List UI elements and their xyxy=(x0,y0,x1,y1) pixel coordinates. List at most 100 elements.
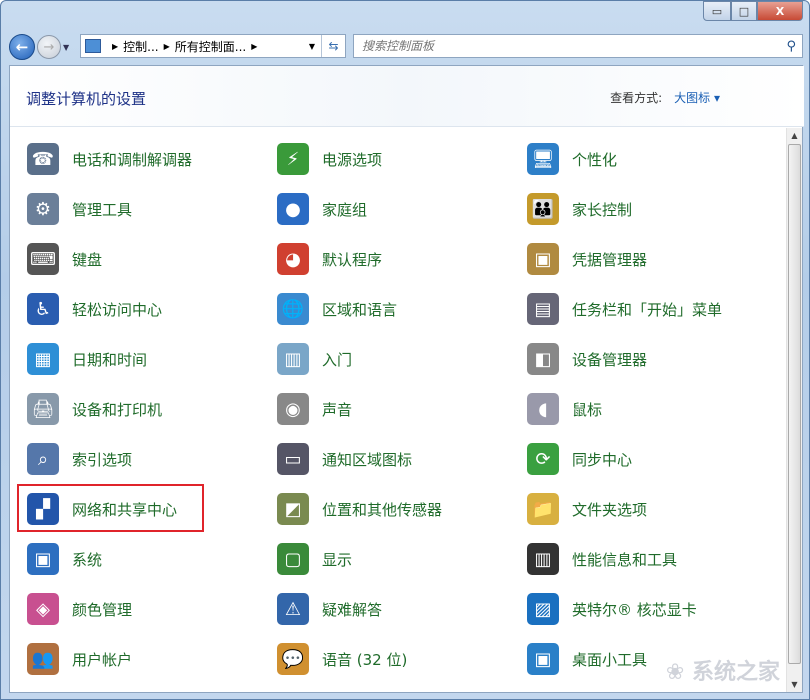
address-dropdown-icon[interactable]: ▼ xyxy=(309,42,315,51)
item-label: 设备和打印机 xyxy=(72,399,162,420)
address-bar[interactable]: ▶ 控制... ▶ 所有控制面... ▶ ▼ ⇆ xyxy=(80,34,346,58)
item-label: 默认程序 xyxy=(322,249,382,270)
item-icon: ⌨ xyxy=(27,243,59,275)
control-panel-item[interactable]: ▭ 通知区域图标 xyxy=(277,439,412,479)
item-icon: 💬 xyxy=(277,643,309,675)
control-panel-item[interactable]: ◩位置和其他传感器 xyxy=(277,489,442,529)
scroll-up-icon[interactable]: ▲ xyxy=(787,128,802,143)
control-panel-item[interactable]: 👪家长控制 xyxy=(527,189,632,229)
header: 调整计算机的设置 查看方式: 大图标 ▾ xyxy=(10,66,804,127)
control-panel-item[interactable]: ⚙管理工具 xyxy=(27,189,132,229)
control-panel-item[interactable]: 🌐 区域和语言 xyxy=(277,289,397,329)
control-panel-item[interactable]: ◖鼠标 xyxy=(527,389,602,429)
item-icon: ◧ xyxy=(527,343,559,375)
control-panel-item[interactable]: ▦日期和时间 xyxy=(27,339,147,379)
item-label: 键盘 xyxy=(72,249,102,270)
item-icon: 🌐 xyxy=(277,293,309,325)
breadcrumb-arrow-icon[interactable]: ▶ xyxy=(112,42,118,51)
control-panel-item[interactable]: 🖨设备和打印机 xyxy=(27,389,162,429)
item-icon: ▨ xyxy=(527,593,559,625)
item-label: 同步中心 xyxy=(572,449,632,470)
search-icon[interactable]: ⚲ xyxy=(786,39,796,54)
vertical-scrollbar[interactable]: ▲ ▼ xyxy=(786,128,802,692)
search-input[interactable] xyxy=(362,39,762,53)
search-box[interactable]: ⚲ xyxy=(353,34,803,58)
item-label: 通知区域图标 xyxy=(322,449,412,470)
control-panel-item[interactable]: ◈颜色管理 xyxy=(27,589,132,629)
control-panel-item[interactable]: 📁 文件夹选项 xyxy=(527,489,647,529)
control-panel-item[interactable]: ◧ 设备管理器 xyxy=(527,339,647,379)
item-icon: 🖥 xyxy=(527,143,559,175)
control-panel-item[interactable]: 🖥 个性化 xyxy=(527,139,617,179)
item-label: 任务栏和「开始」菜单 xyxy=(572,299,722,320)
item-label: 显示 xyxy=(322,549,352,570)
item-icon: ◕ xyxy=(277,243,309,275)
item-icon: ▭ xyxy=(277,443,309,475)
item-label: 电话和调制解调器 xyxy=(72,149,192,170)
item-icon: 📁 xyxy=(527,493,559,525)
item-icon: ▣ xyxy=(27,543,59,575)
control-panel-item[interactable]: 💬语音 (32 位) xyxy=(277,639,407,679)
control-panel-item[interactable]: ▤任务栏和「开始」菜单 xyxy=(527,289,722,329)
item-label: 桌面小工具 xyxy=(572,649,647,670)
recent-pages-dropdown[interactable]: ▼ xyxy=(63,43,69,52)
item-label: 英特尔® 核芯显卡 xyxy=(572,599,697,620)
item-icon: ⚠ xyxy=(277,593,309,625)
scroll-down-icon[interactable]: ▼ xyxy=(787,677,802,692)
control-panel-item[interactable]: ◕ 默认程序 xyxy=(277,239,382,279)
control-panel-item[interactable]: ⌨ 键盘 xyxy=(27,239,102,279)
control-panel-item[interactable]: 👥用户帐户 xyxy=(27,639,132,679)
item-label: 疑难解答 xyxy=(322,599,382,620)
control-panel-item[interactable]: ▣凭据管理器 xyxy=(527,239,647,279)
item-icon: ◩ xyxy=(277,493,309,525)
item-icon: ◈ xyxy=(27,593,59,625)
item-icon: ● xyxy=(277,193,309,225)
control-panel-window: ▭ □ X ← → ▼ ▶ 控制... ▶ 所有控制面... ▶ ▼ ⇆ ⚲ 调… xyxy=(0,0,810,700)
control-panel-item[interactable]: ◉声音 xyxy=(277,389,352,429)
scrollbar-thumb[interactable] xyxy=(788,144,801,664)
control-panel-item[interactable]: ▣桌面小工具 xyxy=(527,639,647,679)
item-icon: ⚙ xyxy=(27,193,59,225)
item-icon: ◉ xyxy=(277,393,309,425)
maximize-button[interactable]: □ xyxy=(731,1,757,21)
item-label: 个性化 xyxy=(572,149,617,170)
control-panel-item[interactable]: ☎电话和调制解调器 xyxy=(27,139,192,179)
breadcrumb-control-panel[interactable]: 控制... xyxy=(123,38,158,55)
item-label: 入门 xyxy=(322,349,352,370)
control-panel-item[interactable]: ⌕索引选项 xyxy=(27,439,132,479)
control-panel-item[interactable]: ▥入门 xyxy=(277,339,352,379)
control-panel-item[interactable]: ▨ 英特尔® 核芯显卡 xyxy=(527,589,697,629)
control-panel-item[interactable]: ▣系统 xyxy=(27,539,102,579)
control-panel-item[interactable]: ⚡ 电源选项 xyxy=(277,139,382,179)
item-icon: 👥 xyxy=(27,643,59,675)
control-panel-item[interactable]: ⚠ 疑难解答 xyxy=(277,589,382,629)
item-icon: ⟳ xyxy=(527,443,559,475)
page-title: 调整计算机的设置 xyxy=(26,88,146,109)
item-label: 文件夹选项 xyxy=(572,499,647,520)
control-panel-item[interactable]: ●家庭组 xyxy=(277,189,367,229)
item-label: 性能信息和工具 xyxy=(572,549,677,570)
breadcrumb-arrow-icon[interactable]: ▶ xyxy=(164,42,170,51)
item-icon: 👪 xyxy=(527,193,559,225)
control-panel-item[interactable]: ▢显示 xyxy=(277,539,352,579)
control-panel-item[interactable]: ▥性能信息和工具 xyxy=(527,539,677,579)
item-label: 日期和时间 xyxy=(72,349,147,370)
close-button[interactable]: X xyxy=(757,1,803,21)
breadcrumb-all-items[interactable]: 所有控制面... xyxy=(175,38,246,55)
item-label: 区域和语言 xyxy=(322,299,397,320)
item-icon: ⌕ xyxy=(27,443,59,475)
control-panel-item[interactable]: ♿轻松访问中心 xyxy=(27,289,162,329)
minimize-button[interactable]: ▭ xyxy=(703,1,731,21)
view-by-label: 查看方式: xyxy=(610,91,662,105)
item-label: 鼠标 xyxy=(572,399,602,420)
forward-button[interactable]: → xyxy=(37,35,61,59)
control-panel-item[interactable]: ⟳ 同步中心 xyxy=(527,439,632,479)
breadcrumb-arrow-icon[interactable]: ▶ xyxy=(251,42,257,51)
refresh-button[interactable]: ⇆ xyxy=(321,35,345,57)
view-by-dropdown[interactable]: 大图标 ▾ xyxy=(674,91,720,105)
item-label: 设备管理器 xyxy=(572,349,647,370)
item-icon: ⚡ xyxy=(277,143,309,175)
content-area: 调整计算机的设置 查看方式: 大图标 ▾ ☎电话和调制解调器 ⚡ 电源选项 🖥 个性化 ⚙管… xyxy=(9,65,803,693)
item-label: 电源选项 xyxy=(322,149,382,170)
back-button[interactable]: ← xyxy=(9,34,35,60)
